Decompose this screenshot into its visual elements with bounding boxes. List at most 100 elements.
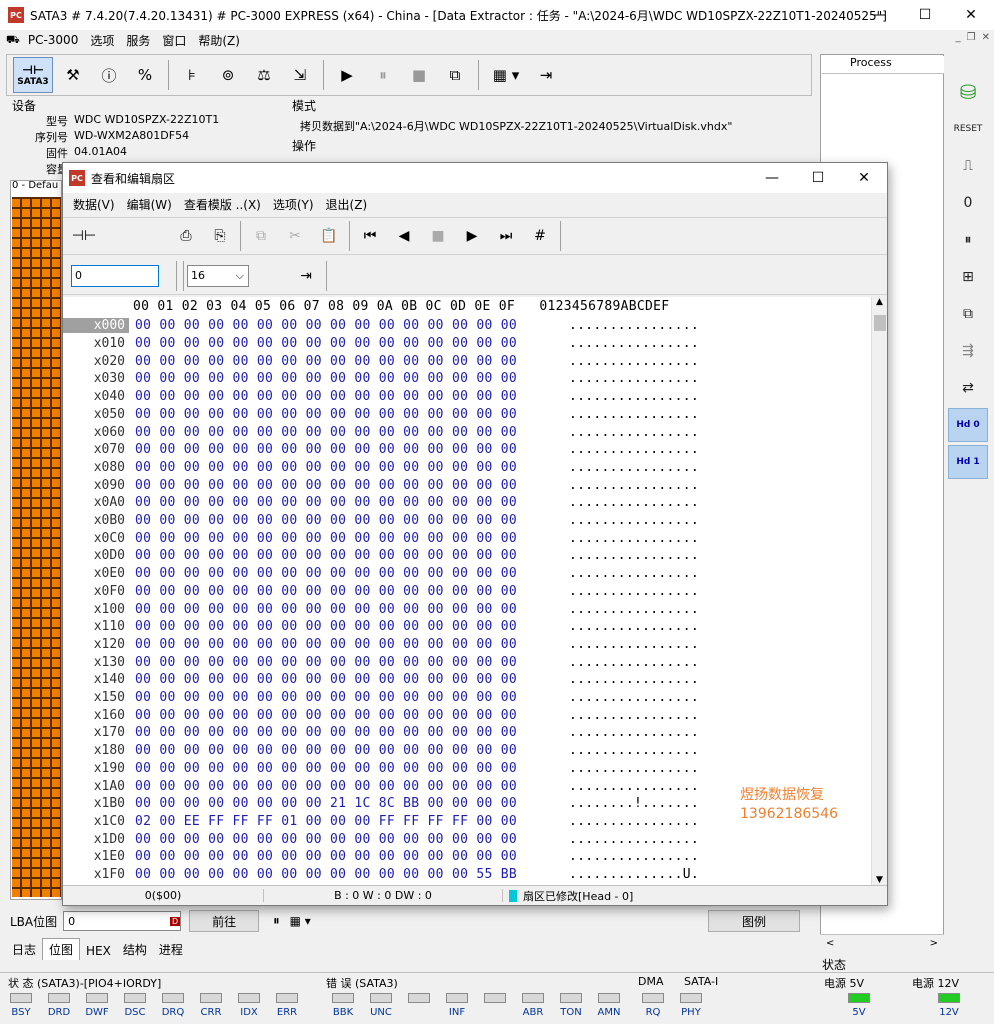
- hex-row-bytes[interactable]: 00 00 00 00 00 00 00 00 00 00 00 00 00 0…: [135, 371, 559, 386]
- maximize-icon[interactable]: ☐: [902, 0, 948, 30]
- hex-row[interactable]: x190 00 00 00 00 00 00 00 00 00 00 00 00 …: [63, 760, 699, 778]
- sata3-port-button[interactable]: ⊣⊢ SATA3: [13, 57, 53, 93]
- hex-row-ascii[interactable]: ................: [569, 478, 699, 493]
- hex-row-bytes[interactable]: 00 00 00 00 00 00 00 00 00 00 00 00 00 0…: [135, 407, 559, 422]
- power-graph-icon[interactable]: ⎍: [948, 149, 988, 183]
- info-icon[interactable]: ⓘ: [93, 59, 125, 91]
- hex-row-bytes[interactable]: 00 00 00 00 00 00 00 00 00 00 00 00 00 0…: [135, 442, 559, 457]
- mdi-close-icon[interactable]: ✕: [982, 32, 990, 43]
- hex-row[interactable]: x030 00 00 00 00 00 00 00 00 00 00 00 00 …: [63, 370, 699, 388]
- close-icon[interactable]: ✕: [948, 0, 994, 30]
- hex-row[interactable]: x1B0 00 00 00 00 00 00 00 00 21 1C 8C BB …: [63, 795, 699, 813]
- hex-row[interactable]: x130 00 00 00 00 00 00 00 00 00 00 00 00 …: [63, 653, 699, 671]
- dmenu-options[interactable]: 选项(Y): [267, 196, 320, 213]
- hex-row-ascii[interactable]: ................: [569, 566, 699, 581]
- hex-row-ascii[interactable]: ................: [569, 779, 699, 794]
- scale-icon[interactable]: ⚖: [248, 59, 280, 91]
- hex-row[interactable]: x140 00 00 00 00 00 00 00 00 00 00 00 00 …: [63, 671, 699, 689]
- tools-icon[interactable]: ⚒: [57, 59, 89, 91]
- hex-row[interactable]: x180 00 00 00 00 00 00 00 00 00 00 00 00 …: [63, 742, 699, 760]
- hex-row[interactable]: x1D0 00 00 00 00 00 00 00 00 00 00 00 00 …: [63, 830, 699, 848]
- hex-row[interactable]: x160 00 00 00 00 00 00 00 00 00 00 00 00 …: [63, 706, 699, 724]
- hex-row-ascii[interactable]: ................: [569, 672, 699, 687]
- hex-row-bytes[interactable]: 00 00 00 00 00 00 00 00 00 00 00 00 00 0…: [135, 478, 559, 493]
- tab-log[interactable]: 日志: [6, 939, 42, 960]
- hex-row[interactable]: x010 00 00 00 00 00 00 00 00 00 00 00 00 …: [63, 335, 699, 353]
- pause-icon[interactable]: ⏸: [367, 59, 399, 91]
- paste-icon[interactable]: 📋: [314, 222, 344, 250]
- process-header[interactable]: Process: [822, 56, 944, 74]
- dmenu-edit[interactable]: 编辑(W): [121, 196, 178, 213]
- hex-row[interactable]: x1A0 00 00 00 00 00 00 00 00 00 00 00 00 …: [63, 777, 699, 795]
- hex-row-bytes[interactable]: 00 00 00 00 00 00 00 00 00 00 00 00 00 0…: [135, 690, 559, 705]
- hex-row-ascii[interactable]: ................: [569, 690, 699, 705]
- dialog-maximize-icon[interactable]: ☐: [795, 163, 841, 193]
- hex-row-ascii[interactable]: ................: [569, 637, 699, 652]
- hex-row-ascii[interactable]: ................: [569, 761, 699, 776]
- sector-input[interactable]: 0: [71, 264, 159, 287]
- hex-row[interactable]: x070 00 00 00 00 00 00 00 00 00 00 00 00 …: [63, 441, 699, 459]
- hex-row[interactable]: x110 00 00 00 00 00 00 00 00 00 00 00 00 …: [63, 618, 699, 636]
- menu-window[interactable]: 窗口: [156, 32, 192, 49]
- hex-row-bytes[interactable]: 00 00 00 00 00 00 00 00 00 00 00 00 00 0…: [135, 389, 559, 404]
- image-icon[interactable]: ▦ ▾: [486, 59, 526, 91]
- copy-dlg-icon[interactable]: ⧉: [246, 222, 276, 250]
- database-icon[interactable]: ⛁: [948, 75, 988, 109]
- hex-row-bytes[interactable]: 00 00 00 00 00 00 00 00 00 00 00 00 00 0…: [135, 655, 559, 670]
- export-icon[interactable]: ⇲: [284, 59, 316, 91]
- last-sector-icon[interactable]: ⏭: [491, 222, 521, 250]
- hex-row[interactable]: x0E0 00 00 00 00 00 00 00 00 00 00 00 00 …: [63, 565, 699, 583]
- go-button[interactable]: 前往: [189, 910, 260, 932]
- read-sector-icon[interactable]: ⎙: [171, 222, 201, 250]
- hex-row-ascii[interactable]: ................: [569, 655, 699, 670]
- tab-structure[interactable]: 结构: [117, 939, 153, 960]
- bit-toggle-icon[interactable]: 0: [948, 186, 988, 220]
- hex-row-bytes[interactable]: 00 00 00 00 00 00 00 00 21 1C 8C BB 00 0…: [135, 796, 559, 811]
- tab-process[interactable]: 进程: [153, 939, 189, 960]
- mdi-minimize-icon[interactable]: _: [956, 32, 961, 43]
- hex-row-ascii[interactable]: ................: [569, 602, 699, 617]
- tab-bitmap[interactable]: 位图: [42, 938, 81, 960]
- hex-row-ascii[interactable]: ................: [569, 371, 699, 386]
- hex-row-bytes[interactable]: 00 00 00 00 00 00 00 00 00 00 00 00 00 0…: [135, 336, 559, 351]
- scroll-thumb[interactable]: [874, 315, 886, 331]
- pause-side-icon[interactable]: ⏸: [948, 223, 988, 257]
- lba-input[interactable]: 0D: [63, 911, 182, 931]
- scroll-down-icon[interactable]: ▼: [872, 875, 887, 885]
- hex-row-bytes[interactable]: 00 00 00 00 00 00 00 00 00 00 00 00 00 0…: [135, 779, 559, 794]
- hex-row-ascii[interactable]: ................: [569, 318, 699, 333]
- legend-button[interactable]: 图例: [708, 910, 800, 932]
- tab-status[interactable]: 状态: [822, 956, 846, 973]
- hex-row[interactable]: x0B0 00 00 00 00 00 00 00 00 00 00 00 00 …: [63, 512, 699, 530]
- dialog-minimize-icon[interactable]: —: [749, 163, 795, 193]
- hex-row-ascii[interactable]: ................: [569, 354, 699, 369]
- cable-icon[interactable]: ⇄: [948, 371, 988, 405]
- hex-row-ascii[interactable]: ................: [569, 725, 699, 740]
- hex-row-bytes[interactable]: 00 00 00 00 00 00 00 00 00 00 00 00 00 0…: [135, 354, 559, 369]
- binoculars-icon[interactable]: ⊚: [212, 59, 244, 91]
- connector-dlg-icon[interactable]: ⊣⊢: [69, 222, 99, 250]
- hex-row[interactable]: x1F0 00 00 00 00 00 00 00 00 00 00 00 00 …: [63, 866, 699, 884]
- hex-row-bytes[interactable]: 00 00 00 00 00 00 00 00 00 00 00 00 00 0…: [135, 867, 559, 882]
- write-sector-icon[interactable]: ⎘: [205, 222, 235, 250]
- first-sector-icon[interactable]: ⏮: [355, 222, 385, 250]
- hex-row-bytes[interactable]: 00 00 00 00 00 00 00 00 00 00 00 00 00 0…: [135, 513, 559, 528]
- windows-icon[interactable]: ⧉: [439, 59, 471, 91]
- process-hscrollbar[interactable]: < >: [820, 934, 944, 952]
- hex-row-ascii[interactable]: ................: [569, 389, 699, 404]
- hex-row-ascii[interactable]: ................: [569, 531, 699, 546]
- hex-row-ascii[interactable]: ................: [569, 336, 699, 351]
- stop-dlg-icon[interactable]: ■: [423, 222, 453, 250]
- hex-row-bytes[interactable]: 00 00 00 00 00 00 00 00 00 00 00 00 00 0…: [135, 495, 559, 510]
- hex-row-ascii[interactable]: ..............U.: [569, 867, 699, 882]
- hex-row-ascii[interactable]: ................: [569, 619, 699, 634]
- hex-row[interactable]: x080 00 00 00 00 00 00 00 00 00 00 00 00 …: [63, 459, 699, 477]
- next-sector-icon[interactable]: ▶: [457, 222, 487, 250]
- hex-row-ascii[interactable]: ................: [569, 584, 699, 599]
- hex-row-ascii[interactable]: ................: [569, 442, 699, 457]
- hex-row-bytes[interactable]: 00 00 00 00 00 00 00 00 00 00 00 00 00 0…: [135, 425, 559, 440]
- hex-row-ascii[interactable]: ................: [569, 814, 699, 829]
- hex-row-bytes[interactable]: 00 00 00 00 00 00 00 00 00 00 00 00 00 0…: [135, 318, 559, 333]
- hex-row[interactable]: x090 00 00 00 00 00 00 00 00 00 00 00 00 …: [63, 476, 699, 494]
- hex-row-bytes[interactable]: 00 00 00 00 00 00 00 00 00 00 00 00 00 0…: [135, 584, 559, 599]
